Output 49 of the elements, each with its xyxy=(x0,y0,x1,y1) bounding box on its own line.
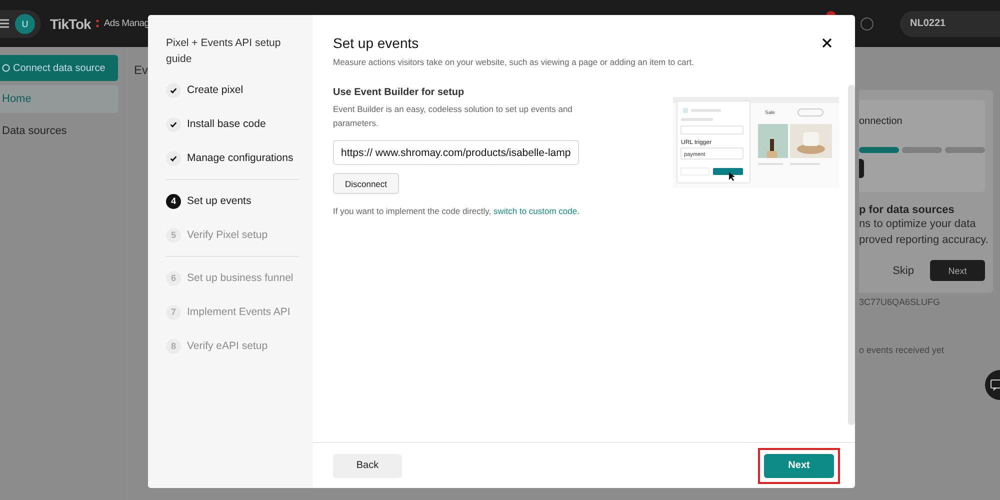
check-icon xyxy=(169,120,178,128)
sidebar-item[interactable]: Data sources xyxy=(0,117,118,145)
connect-data-source-button[interactable]: Connect data source xyxy=(0,55,118,81)
pixel-id: 3C77U6QA6SLUFG xyxy=(859,297,942,307)
sidebar-item[interactable]: Home xyxy=(0,85,118,113)
card-text: ns to optimize your data xyxy=(859,217,977,232)
dark-button[interactable] xyxy=(859,159,864,178)
step-number-icon: 8 xyxy=(166,338,181,354)
step-label[interactable]: Manage configurations xyxy=(187,152,294,164)
dialog-description: Measure actions visitors take on your website, such as viewing a page or adding an item to cart. xyxy=(333,57,695,67)
menu-icon[interactable] xyxy=(0,19,9,28)
guide-title: Pixel + Events API setup guide xyxy=(166,36,282,67)
step-label[interactable]: Verify Pixel setup xyxy=(187,229,268,241)
avatar[interactable]: U xyxy=(15,14,35,34)
close-button[interactable] xyxy=(821,37,833,49)
custom-code-link[interactable]: switch to custom code. xyxy=(493,206,580,216)
section-title: Use Event Builder for setup xyxy=(333,87,466,98)
card-heading: p for data sources xyxy=(859,204,956,216)
dialog-title: Set up events xyxy=(333,35,419,51)
logo: TikTok xyxy=(50,16,91,32)
next-button[interactable]: Next xyxy=(764,454,834,478)
section-description: Event Builder is an easy, codeless solution to set up events and parameters. xyxy=(333,103,574,130)
logo-dots-icon xyxy=(96,19,99,28)
step-number-icon: 6 xyxy=(166,270,181,286)
step-label[interactable]: Implement Events API xyxy=(187,306,290,318)
check-icon xyxy=(169,154,178,162)
step-label[interactable]: Set up events xyxy=(187,195,252,207)
account-pill[interactable]: U xyxy=(0,10,41,38)
step-number-icon: 5 xyxy=(166,228,181,242)
step-label[interactable]: Create pixel xyxy=(187,84,244,96)
back-button[interactable]: Back xyxy=(333,454,402,478)
chat-icon xyxy=(990,379,1000,391)
events-status: o events received yet xyxy=(859,345,946,355)
next-button[interactable]: Next xyxy=(930,260,985,281)
close-icon xyxy=(821,37,833,49)
card-text: proved reporting accuracy. xyxy=(859,233,990,248)
step-label[interactable]: Set up business funnel xyxy=(187,272,294,284)
step-number-icon: 7 xyxy=(166,304,181,320)
url-field[interactable]: https:// www.shromay.com/products/isabelle-lamp xyxy=(333,140,579,165)
step-label[interactable]: Install base code xyxy=(187,118,266,130)
page-title: Ev xyxy=(134,63,148,77)
disconnect-button[interactable]: Disconnect xyxy=(333,173,399,194)
check-icon xyxy=(169,86,178,94)
scrollbar[interactable] xyxy=(848,85,855,425)
skip-button[interactable]: Skip xyxy=(886,264,920,278)
account-name[interactable]: NL0221 xyxy=(900,10,1000,36)
card-title: onnection xyxy=(859,116,904,127)
step-number-icon: 4 xyxy=(166,194,181,208)
step-label[interactable]: Verify eAPI setup xyxy=(187,340,268,352)
